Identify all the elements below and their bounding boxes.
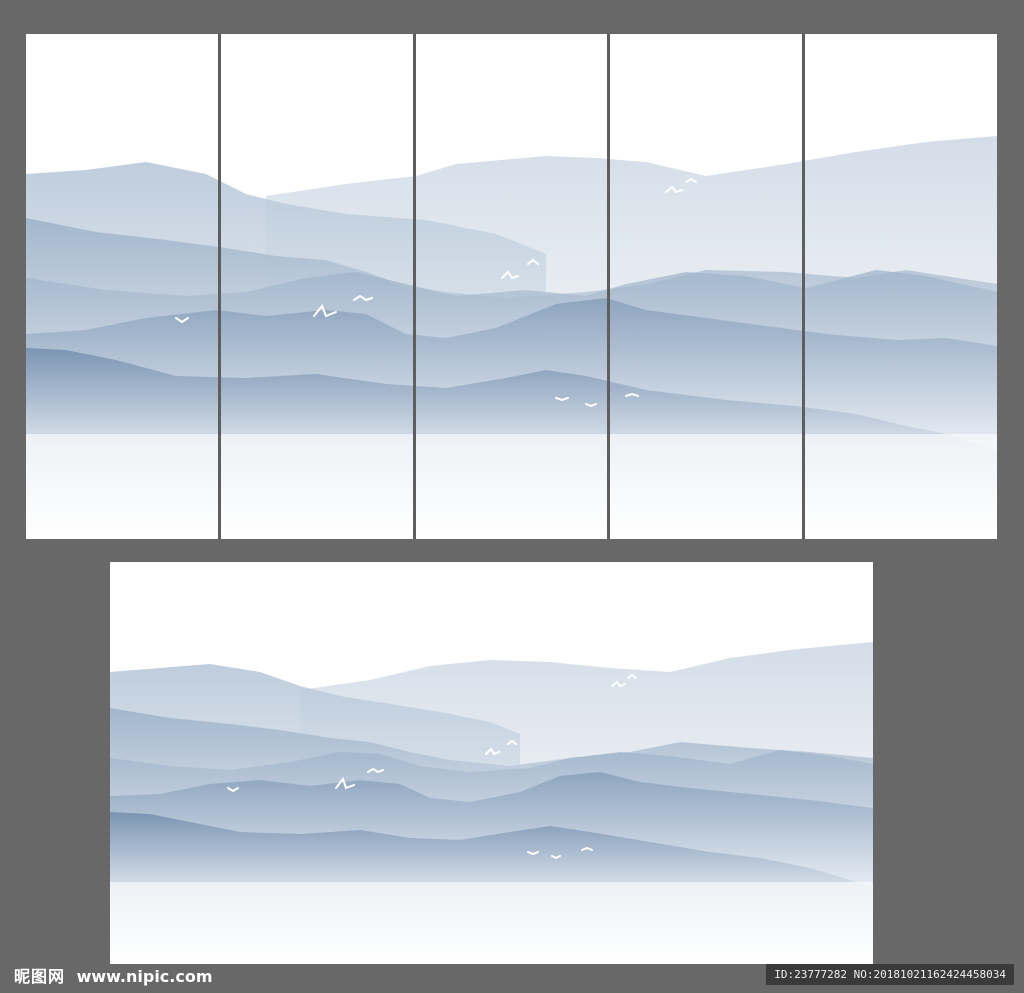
screen-panel-divider <box>413 34 416 539</box>
watermark-logo-text: 昵图网 <box>14 967 66 986</box>
site-watermark: 昵图网 www.nipic.com <box>14 963 213 987</box>
mist <box>110 882 873 964</box>
screen-panel-divider <box>802 34 805 539</box>
mist <box>26 434 997 539</box>
mural-artwork <box>110 562 873 964</box>
mural-landscape <box>110 642 873 964</box>
watermark-site-url: www.nipic.com <box>76 967 213 986</box>
screen-landscape <box>26 136 997 539</box>
image-id-watermark: ID:23777282 NO:20181021162424458034 <box>766 964 1014 985</box>
screen-panel-divider <box>607 34 610 539</box>
folding-screen-artwork <box>26 34 997 539</box>
screen-panel-divider <box>218 34 221 539</box>
